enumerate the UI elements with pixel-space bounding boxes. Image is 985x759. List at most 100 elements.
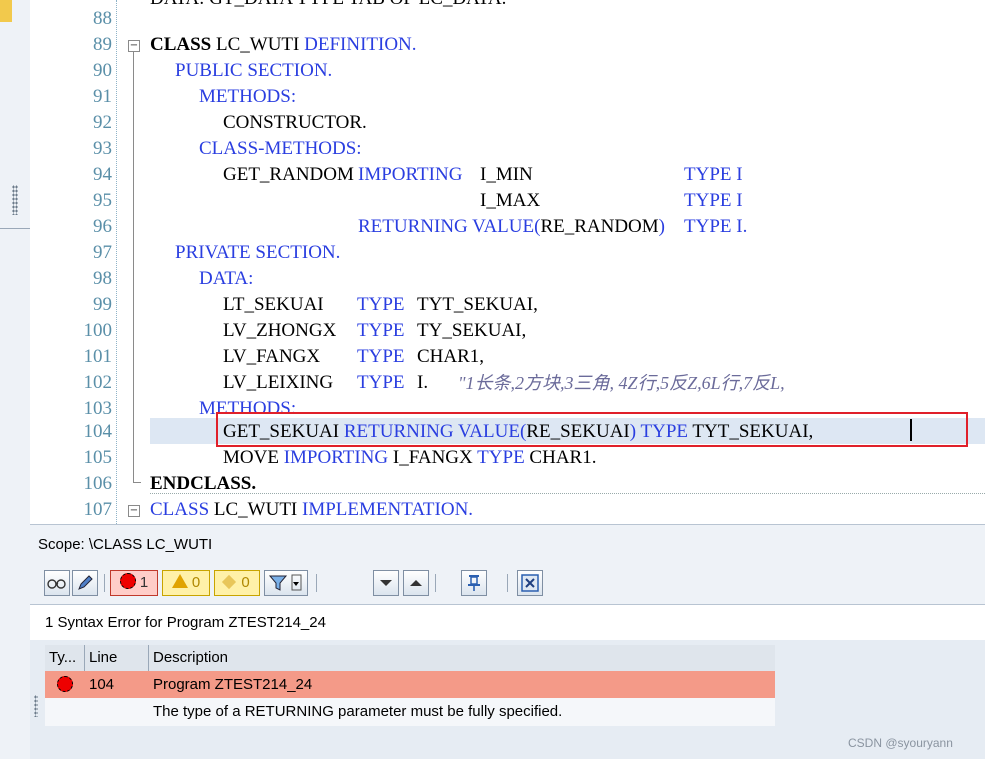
down-arrow-icon: [380, 580, 392, 586]
fold-toggle-icon[interactable]: −: [128, 505, 140, 517]
line-number: 88: [93, 8, 112, 29]
message-toolbar: 1 0 0: [30, 564, 985, 604]
scope-label: Scope: \CLASS LC_WUTI: [38, 536, 213, 553]
line-number: 98: [93, 268, 112, 289]
code-token: CHAR1,: [417, 346, 485, 367]
class-name: LC_WUTI: [216, 34, 300, 55]
column-header-description[interactable]: Description: [149, 645, 775, 671]
filter-dropdown-button[interactable]: [264, 570, 308, 596]
code-line: 105 MOVE IMPORTING I_FANGX TYPE CHAR1.: [30, 445, 985, 471]
line-number: 90: [93, 60, 112, 81]
pencil-icon[interactable]: [72, 570, 98, 596]
warning-filter-button[interactable]: 0: [162, 570, 210, 596]
line-number: 89: [93, 34, 112, 55]
line-number: 102: [83, 372, 113, 393]
toolbar-separator: [316, 574, 317, 592]
line-number: 96: [93, 216, 112, 237]
row-description: The type of a RETURNING parameter must b…: [153, 703, 563, 720]
row-description: Program ZTEST214_24: [153, 676, 313, 693]
line-number: 104: [83, 421, 113, 442]
code-token: TYT_SEKUAI,: [417, 294, 538, 315]
line-number: 92: [93, 112, 112, 133]
code-comment: "1长条,2方块,3三角, 4Z行,5反Z,6L行,7反L,: [458, 373, 785, 393]
toolbar-separator: [435, 574, 436, 592]
message-title-bar: 1 Syntax Error for Program ZTEST214_24: [30, 604, 985, 641]
text-cursor: [910, 419, 912, 441]
code-line: 89 − CLASS LC_WUTI DEFINITION.: [30, 32, 985, 58]
glasses-icon[interactable]: [44, 570, 70, 596]
toolbar-separator: [507, 574, 508, 592]
up-arrow-icon: [410, 580, 422, 586]
keyword: CLASS: [150, 34, 212, 55]
code-line: 95 I_MAX TYPE I: [30, 188, 985, 214]
code-token: MOVE: [223, 447, 279, 468]
code-line: 99 LT_SEKUAI TYPE TYT_SEKUAI,: [30, 292, 985, 318]
fold-toggle-icon[interactable]: −: [128, 40, 140, 52]
close-button[interactable]: [517, 570, 543, 596]
line-number: 91: [93, 86, 112, 107]
class-name: LC_WUTI: [213, 499, 298, 520]
keyword: TYPE I.: [684, 216, 748, 237]
line-number: 94: [93, 164, 112, 185]
info-count: 0: [241, 574, 250, 591]
previous-message-button[interactable]: [403, 570, 429, 596]
code-line: 96 RETURNING VALUE(RE_RANDOM) TYPE I.: [30, 214, 985, 240]
line-number: 107: [83, 499, 113, 520]
keyword: DEFINITION.: [304, 34, 417, 55]
code-line: 90 PUBLIC SECTION.: [30, 58, 985, 84]
code-line: 93 CLASS-METHODS:: [30, 136, 985, 162]
code-line: 102 LV_LEIXING TYPE I. "1长条,2方块,3三角, 4Z行…: [30, 370, 985, 396]
column-header-line[interactable]: Line: [85, 645, 149, 671]
error-highlight-box: [216, 412, 968, 447]
line-number: 93: [93, 138, 112, 159]
code-token: LT_SEKUAI: [223, 294, 324, 315]
left-gutter-strip: [0, 0, 31, 759]
left-divider: [0, 228, 30, 229]
next-message-button[interactable]: [373, 570, 399, 596]
line-number: 99: [93, 294, 112, 315]
code-editor[interactable]: DATA: GT_DATA TYPE TAB OF LC_DATA. 88 89…: [30, 0, 985, 524]
code-line: 92 CONSTRUCTOR.: [30, 110, 985, 136]
watermark: CSDN @syouryann: [848, 736, 953, 750]
code-line: 97 PRIVATE SECTION.: [30, 240, 985, 266]
line-number: 100: [83, 320, 113, 341]
info-filter-button[interactable]: 0: [214, 570, 260, 596]
keyword: ): [658, 216, 665, 237]
keyword: PRIVATE SECTION.: [175, 242, 341, 263]
code-token: I_MAX: [480, 190, 541, 211]
keyword: IMPLEMENTATION.: [302, 499, 474, 520]
resize-grip[interactable]: [34, 695, 38, 717]
keyword: TYPE I: [684, 190, 743, 211]
line-number: 101: [83, 346, 113, 367]
keyword: TYPE: [357, 346, 405, 367]
error-filter-button[interactable]: 1: [110, 570, 158, 596]
pin-button[interactable]: [461, 570, 487, 596]
keyword: TYPE I: [684, 164, 743, 185]
table-header: Ty... Line Description: [45, 645, 775, 672]
table-row[interactable]: 104 Program ZTEST214_24: [45, 671, 775, 698]
resize-grip[interactable]: [12, 185, 18, 215]
warning-icon: [171, 574, 188, 588]
message-table: Ty... Line Description 104 Program ZTEST…: [30, 640, 985, 759]
code-token: I.: [417, 372, 429, 393]
table-row[interactable]: The type of a RETURNING parameter must b…: [45, 698, 775, 726]
code-token: GET_RANDOM: [223, 164, 354, 185]
keyword: TYPE: [357, 320, 405, 341]
keyword: CLASS: [150, 499, 210, 520]
section-separator: [150, 493, 985, 494]
close-icon: [521, 574, 539, 592]
code-line: 94 GET_RANDOM IMPORTING I_MIN TYPE I: [30, 162, 985, 188]
code-line: 98 DATA:: [30, 266, 985, 292]
error-count: 1: [139, 574, 149, 591]
keyword: PUBLIC SECTION.: [175, 60, 333, 81]
line-number: 105: [83, 447, 113, 468]
code-token: RE_RANDOM: [540, 216, 659, 237]
code-token: I_MIN: [480, 164, 533, 185]
keyword: IMPORTING: [358, 164, 463, 185]
column-header-type[interactable]: Ty...: [45, 645, 85, 671]
keyword: DATA:: [199, 268, 254, 289]
keyword: TYPE: [357, 294, 405, 315]
keyword: RETURNING VALUE(: [358, 216, 541, 237]
code-line: 91 METHODS:: [30, 84, 985, 110]
code-line: 101 LV_FANGX TYPE CHAR1,: [30, 344, 985, 370]
